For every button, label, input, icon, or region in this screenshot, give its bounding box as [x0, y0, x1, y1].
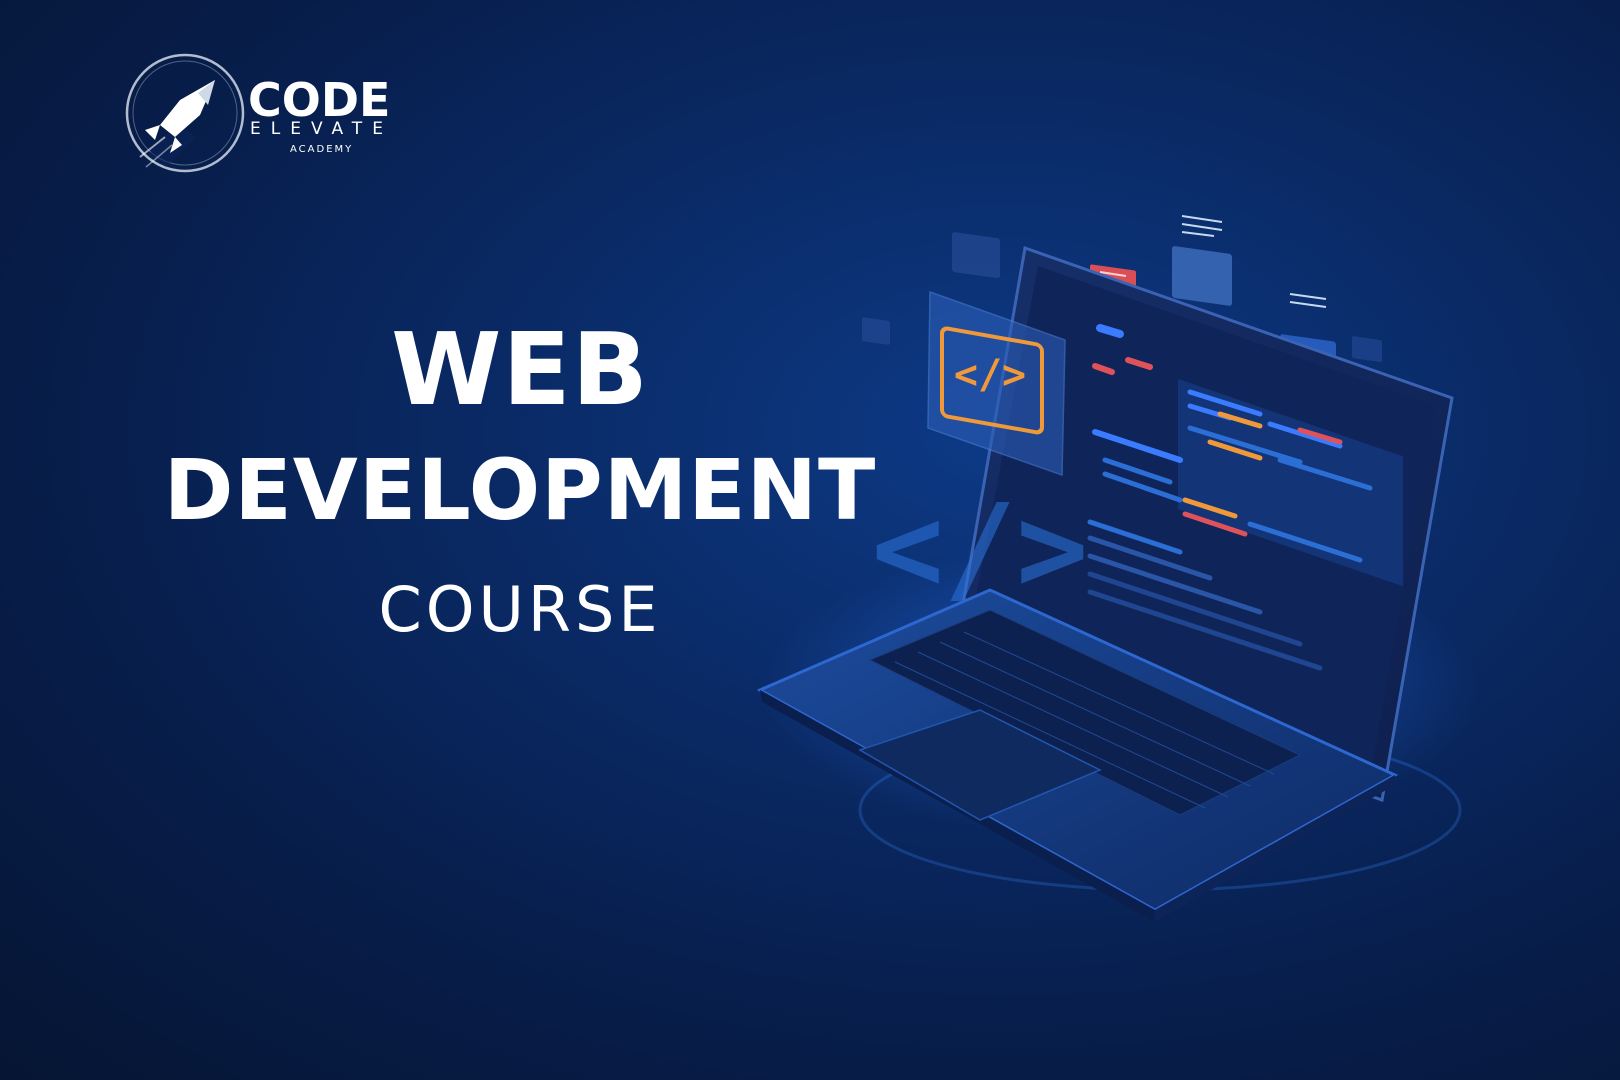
- logo-subtitle: ELEVATE: [250, 119, 393, 139]
- rocket-icon: [125, 53, 245, 173]
- logo-tagline: ACADEMY: [290, 144, 354, 155]
- svg-text:</>: </>: [954, 352, 1026, 398]
- laptop-illustration: </> </>: [756, 215, 1480, 922]
- logo-wordmark: CODE: [248, 73, 391, 127]
- brand-logo: CODE ELEVATE ACADEMY: [120, 45, 440, 185]
